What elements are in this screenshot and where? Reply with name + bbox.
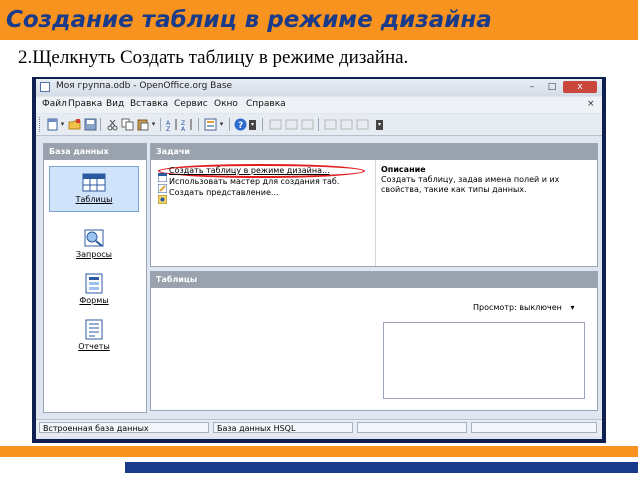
task-table-wizard[interactable]: Использовать мастер для создания таб.	[169, 177, 339, 186]
sort-ascending-icon[interactable]: AZ	[166, 118, 179, 133]
paste-icon[interactable]	[136, 118, 149, 131]
database-pane-header: База данных	[44, 144, 146, 160]
svg-text:Z: Z	[166, 126, 170, 131]
decorative-blue-bar	[125, 462, 638, 473]
menu-bar: Файл Правка Вид Вставка Сервис Окно Спра…	[36, 97, 602, 113]
dropdown-arrow-icon[interactable]: ▾	[59, 118, 66, 131]
menu-insert[interactable]: Вставка	[130, 99, 168, 109]
dropdown-arrow-icon[interactable]: ▾	[218, 118, 225, 131]
tasks-pane-header: Задачи	[151, 144, 597, 160]
nav-item-forms[interactable]: Формы	[49, 268, 139, 308]
overflow-icon[interactable]: ▾	[249, 120, 256, 130]
preview-dropdown[interactable]: Просмотр: выключен ▾	[473, 303, 574, 312]
nav-item-tables-label: Таблицы	[75, 195, 113, 204]
chevron-down-icon: ▾	[570, 303, 575, 312]
disabled-toolbar-icon	[324, 118, 337, 131]
status-embedded-db: Встроенная база данных	[39, 422, 209, 433]
close-document-icon[interactable]: ×	[587, 99, 595, 109]
task-create-view[interactable]: Создать представление...	[169, 188, 279, 197]
table-wizard-icon	[157, 178, 168, 194]
tables-pane: Таблицы Просмотр: выключен ▾	[150, 271, 598, 411]
menu-view[interactable]: Вид	[106, 99, 124, 109]
save-icon[interactable]	[84, 118, 97, 131]
toolbar-grip-icon[interactable]	[39, 117, 43, 132]
overflow-icon[interactable]: ▾	[376, 120, 383, 130]
app-icon	[40, 82, 50, 92]
queries-icon	[81, 226, 107, 248]
nav-item-reports-label: Отчеты	[78, 342, 110, 351]
nav-item-forms-label: Формы	[79, 296, 109, 305]
status-bar: Встроенная база данных База данных HSQL	[36, 419, 602, 436]
disabled-toolbar-icon	[285, 118, 298, 131]
toolbar: ▾ ▾ AZ ZA ▾ ? ▾ ▾	[36, 114, 602, 136]
menu-window[interactable]: Окно	[214, 99, 238, 109]
screenshot-frame: Моя группа.odb - OpenOffice.org Base – □…	[32, 77, 606, 443]
description-text: Создать таблицу, задав имена полей и их …	[381, 175, 560, 194]
design-table-icon	[157, 167, 168, 183]
menu-file[interactable]: Файл	[42, 99, 67, 109]
maximize-button[interactable]: □	[543, 81, 561, 93]
disabled-toolbar-icon	[356, 118, 369, 131]
nav-item-reports[interactable]: Отчеты	[49, 314, 139, 354]
disabled-toolbar-icon	[269, 118, 282, 131]
reports-icon	[81, 318, 107, 340]
tasks-pane: Задачи Создать таблицу в режиме дизайна.…	[150, 143, 598, 267]
disabled-toolbar-icon	[340, 118, 353, 131]
status-cell-empty	[471, 422, 597, 433]
dropdown-arrow-icon[interactable]: ▾	[150, 118, 157, 131]
sort-descending-icon[interactable]: ZA	[181, 118, 194, 133]
task-create-table-design[interactable]: Создать таблицу в режиме дизайна...	[169, 166, 330, 175]
open-folder-icon[interactable]	[68, 118, 81, 131]
preview-label: Просмотр: выключен	[473, 303, 562, 312]
description-title: Описание	[381, 165, 426, 174]
svg-text:A: A	[181, 126, 186, 131]
nav-item-tables[interactable]: Таблицы	[49, 166, 139, 212]
nav-item-queries-label: Запросы	[76, 250, 112, 259]
cut-icon[interactable]	[106, 118, 119, 131]
menu-tools[interactable]: Сервис	[174, 99, 208, 109]
status-db-type: База данных HSQL	[213, 422, 353, 433]
menu-edit[interactable]: Правка	[68, 99, 102, 109]
create-view-icon	[157, 189, 168, 205]
minimize-button[interactable]: –	[523, 81, 541, 93]
app-window: Моя группа.odb - OpenOffice.org Base – □…	[36, 79, 602, 439]
help-icon[interactable]: ?	[234, 118, 247, 131]
new-doc-icon[interactable]	[46, 118, 59, 131]
slide-title: Создание таблиц в режиме дизайна	[0, 0, 638, 40]
copy-icon[interactable]	[121, 118, 134, 131]
window-title: Моя группа.odb - OpenOffice.org Base	[56, 81, 233, 91]
database-pane: База данных Таблицы Запросы Формы Отчеты	[43, 143, 147, 413]
menu-help[interactable]: Справка	[246, 99, 286, 109]
status-cell-empty	[357, 422, 467, 433]
preview-area	[383, 322, 585, 399]
nav-item-queries[interactable]: Запросы	[49, 222, 139, 262]
tables-icon	[81, 171, 107, 193]
slide-step-text: 2.Щелкнуть Создать таблицу в режиме диза…	[18, 47, 409, 68]
close-button[interactable]: x	[563, 81, 597, 93]
form-icon[interactable]	[204, 118, 217, 131]
window-titlebar[interactable]: Моя группа.odb - OpenOffice.org Base – □…	[36, 79, 602, 96]
svg-text:?: ?	[238, 121, 243, 131]
decorative-orange-bar	[0, 446, 638, 457]
tables-pane-header: Таблицы	[151, 272, 597, 288]
disabled-toolbar-icon	[301, 118, 314, 131]
forms-icon	[81, 272, 107, 294]
